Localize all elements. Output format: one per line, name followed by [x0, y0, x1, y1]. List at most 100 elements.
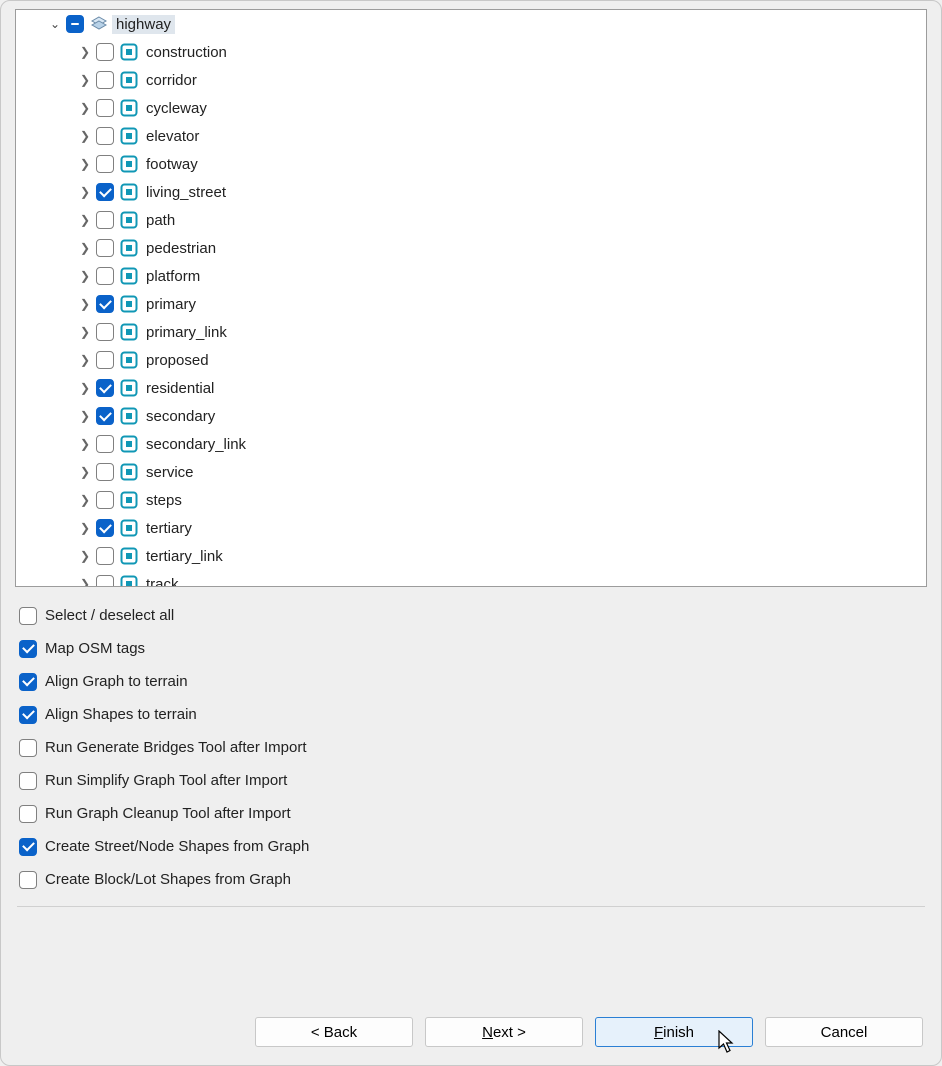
- tree-item-label[interactable]: service: [142, 463, 198, 482]
- checkbox[interactable]: [19, 640, 37, 658]
- tree-row[interactable]: ❯primary_link: [16, 318, 926, 346]
- chevron-right-icon[interactable]: ❯: [76, 465, 94, 479]
- tree-row[interactable]: ❯ cycleway: [16, 94, 926, 122]
- chevron-down-icon[interactable]: ⌄: [46, 17, 64, 31]
- tree-item-label[interactable]: footway: [142, 155, 202, 174]
- checkbox[interactable]: [96, 71, 114, 89]
- tree-item-label[interactable]: elevator: [142, 127, 203, 146]
- chevron-right-icon[interactable]: ❯: [76, 269, 94, 283]
- tree-row[interactable]: ❯tertiary_link: [16, 542, 926, 570]
- chevron-right-icon[interactable]: ❯: [76, 353, 94, 367]
- chevron-right-icon[interactable]: ❯: [76, 409, 94, 423]
- tree-row[interactable]: ❯ platform: [16, 262, 926, 290]
- tree-item-label[interactable]: tertiary: [142, 519, 196, 538]
- checkbox[interactable]: [19, 739, 37, 757]
- cancel-button[interactable]: Cancel: [765, 1017, 923, 1047]
- checkbox[interactable]: [19, 706, 37, 724]
- tree-row-root[interactable]: ⌄ highway: [16, 10, 926, 38]
- option-row[interactable]: Align Graph to terrain: [17, 665, 925, 698]
- tree-row[interactable]: ❯secondary: [16, 402, 926, 430]
- chevron-right-icon[interactable]: ❯: [76, 129, 94, 143]
- tree-row[interactable]: ❯footway: [16, 150, 926, 178]
- tree-row[interactable]: ❯ construction: [16, 38, 926, 66]
- tree-item-label[interactable]: primary: [142, 295, 200, 314]
- chevron-right-icon[interactable]: ❯: [76, 521, 94, 535]
- checkbox[interactable]: [96, 491, 114, 509]
- tree-item-label[interactable]: proposed: [142, 351, 213, 370]
- checkbox[interactable]: [96, 379, 114, 397]
- tree-item-label[interactable]: track: [142, 575, 183, 587]
- option-row[interactable]: Create Block/Lot Shapes from Graph: [17, 863, 925, 896]
- checkbox[interactable]: [96, 323, 114, 341]
- chevron-right-icon[interactable]: ❯: [76, 73, 94, 87]
- tree-item-label[interactable]: tertiary_link: [142, 547, 227, 566]
- tree-item-label[interactable]: residential: [142, 379, 218, 398]
- tree-row[interactable]: ❯ steps: [16, 486, 926, 514]
- tree-row[interactable]: ❯ path: [16, 206, 926, 234]
- tree-item-label[interactable]: living_street: [142, 183, 230, 202]
- tree-item-label[interactable]: cycleway: [142, 99, 211, 118]
- tree-item-label[interactable]: construction: [142, 43, 231, 62]
- tree-row[interactable]: ❯ proposed: [16, 346, 926, 374]
- tree-row[interactable]: ❯ tertiary: [16, 514, 926, 542]
- chevron-right-icon[interactable]: ❯: [76, 101, 94, 115]
- option-row[interactable]: Run Simplify Graph Tool after Import: [17, 764, 925, 797]
- tree-item-label[interactable]: path: [142, 211, 179, 230]
- checkbox[interactable]: [96, 155, 114, 173]
- tree-row[interactable]: ❯ residential: [16, 374, 926, 402]
- tree-item-label[interactable]: corridor: [142, 71, 201, 90]
- checkbox[interactable]: [19, 871, 37, 889]
- tree-row[interactable]: ❯ primary: [16, 290, 926, 318]
- chevron-right-icon[interactable]: ❯: [76, 381, 94, 395]
- checkbox[interactable]: [96, 183, 114, 201]
- checkbox[interactable]: [96, 211, 114, 229]
- checkbox[interactable]: [19, 673, 37, 691]
- chevron-right-icon[interactable]: ❯: [76, 577, 94, 586]
- checkbox[interactable]: [96, 547, 114, 565]
- tree-row[interactable]: ❯ corridor: [16, 66, 926, 94]
- checkbox-root[interactable]: [66, 15, 84, 33]
- checkbox[interactable]: [96, 351, 114, 369]
- chevron-right-icon[interactable]: ❯: [76, 493, 94, 507]
- chevron-right-icon[interactable]: ❯: [76, 213, 94, 227]
- chevron-right-icon[interactable]: ❯: [76, 297, 94, 311]
- checkbox[interactable]: [96, 239, 114, 257]
- option-row[interactable]: Create Street/Node Shapes from Graph: [17, 830, 925, 863]
- finish-button[interactable]: Finish: [595, 1017, 753, 1047]
- option-row[interactable]: Run Generate Bridges Tool after Import: [17, 731, 925, 764]
- chevron-right-icon[interactable]: ❯: [76, 437, 94, 451]
- option-row[interactable]: Align Shapes to terrain: [17, 698, 925, 731]
- checkbox[interactable]: [96, 99, 114, 117]
- tree-item-label[interactable]: platform: [142, 267, 204, 286]
- tree-row[interactable]: ❯ secondary_link: [16, 430, 926, 458]
- checkbox[interactable]: [96, 407, 114, 425]
- tree-item-label[interactable]: secondary_link: [142, 435, 250, 454]
- tree-row[interactable]: ❯ service: [16, 458, 926, 486]
- chevron-right-icon[interactable]: ❯: [76, 325, 94, 339]
- back-button[interactable]: < Back: [255, 1017, 413, 1047]
- next-button[interactable]: Next >: [425, 1017, 583, 1047]
- tree-root-label[interactable]: highway: [112, 15, 175, 34]
- tree-item-label[interactable]: steps: [142, 491, 186, 510]
- tree-row[interactable]: ❯ track: [16, 570, 926, 586]
- option-row[interactable]: Select / deselect all: [17, 599, 925, 632]
- checkbox[interactable]: [96, 519, 114, 537]
- checkbox[interactable]: [19, 772, 37, 790]
- checkbox[interactable]: [96, 575, 114, 586]
- checkbox[interactable]: [96, 43, 114, 61]
- checkbox[interactable]: [96, 267, 114, 285]
- tree-row[interactable]: ❯pedestrian: [16, 234, 926, 262]
- checkbox[interactable]: [19, 838, 37, 856]
- checkbox[interactable]: [96, 435, 114, 453]
- tree-item-label[interactable]: pedestrian: [142, 239, 220, 258]
- chevron-right-icon[interactable]: ❯: [76, 185, 94, 199]
- checkbox[interactable]: [96, 463, 114, 481]
- checkbox[interactable]: [19, 607, 37, 625]
- chevron-right-icon[interactable]: ❯: [76, 45, 94, 59]
- option-row[interactable]: Map OSM tags: [17, 632, 925, 665]
- tree-row[interactable]: ❯ living_street: [16, 178, 926, 206]
- checkbox[interactable]: [96, 127, 114, 145]
- tree-row[interactable]: ❯ elevator: [16, 122, 926, 150]
- tree-scroll[interactable]: ⌄ highway ❯ construction ❯ corridor ❯ cyclewa…: [16, 10, 926, 586]
- checkbox[interactable]: [19, 805, 37, 823]
